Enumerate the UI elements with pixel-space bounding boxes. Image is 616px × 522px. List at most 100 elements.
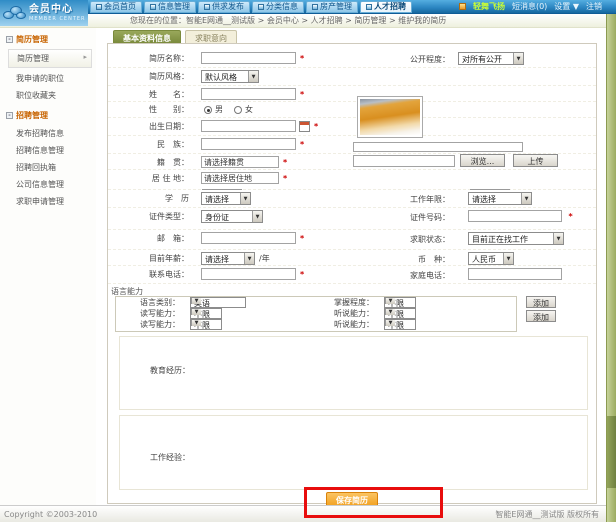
sidebar-item-recruit-inbox[interactable]: 招聘回执箱: [0, 159, 96, 176]
nav-label: 供求发布: [212, 1, 244, 12]
phone-input[interactable]: [201, 268, 296, 280]
scrollbar[interactable]: [606, 14, 616, 522]
required-mark: *: [314, 122, 318, 131]
logout-link[interactable]: 注销: [586, 1, 602, 12]
name-input[interactable]: [201, 88, 296, 100]
birth-date-input[interactable]: [201, 120, 296, 132]
home-phone-input[interactable]: [468, 268, 562, 280]
salary-select[interactable]: 请选择 ▼: [201, 252, 255, 265]
resume-style-label: 简历风格：: [108, 71, 189, 82]
sidebar-item-application-management[interactable]: 求职申请管理: [0, 193, 96, 210]
nav-tab-talent-recruit[interactable]: 人才招聘: [360, 1, 412, 13]
education-experience-label: 教育经历：: [150, 365, 190, 376]
education-experience-panel: 教育经历：: [119, 336, 588, 410]
tab-basic-info[interactable]: 基本资料信息: [113, 30, 181, 43]
native-place-input[interactable]: [201, 156, 279, 168]
resume-form: 简历名称： * 公开程度： 对所有公开 ▼ 简历风格： 默认风格: [107, 43, 597, 504]
sidebar-item-resume-management[interactable]: 简历管理 ▸: [8, 49, 92, 68]
chevron-down-icon: ▼: [191, 298, 201, 304]
nav-tab-classified-info[interactable]: 分类信息: [252, 1, 304, 13]
collapse-icon[interactable]: -: [6, 36, 13, 43]
required-mark: *: [300, 140, 304, 149]
work-years-select[interactable]: 请选择 ▼: [468, 192, 532, 205]
logo-subtitle: MEMBER CENTER: [29, 17, 86, 22]
tab-job-intention[interactable]: 求职意向: [185, 30, 237, 43]
upload-button[interactable]: 上传: [513, 154, 558, 167]
nav-tab-member-home[interactable]: 会员首页: [90, 1, 142, 13]
add-language-button[interactable]: 添加: [526, 296, 556, 308]
residence-label: 居 住 地：: [108, 173, 189, 184]
id-number-input[interactable]: [468, 210, 562, 222]
email-input[interactable]: [201, 232, 296, 244]
required-mark: *: [569, 212, 573, 221]
nav-tab-property[interactable]: 房产管理: [306, 1, 358, 13]
id-type-select[interactable]: 身份证 ▼: [201, 210, 263, 223]
chevron-down-icon: ▼: [385, 309, 395, 315]
messages-link[interactable]: 短消息(0): [512, 1, 547, 12]
gender-male-radio[interactable]: [204, 106, 212, 114]
read-write-select[interactable]: 不限 ▼: [190, 308, 222, 319]
sidebar-item-job-favorites[interactable]: 职位收藏夹: [0, 87, 96, 104]
nav-label: 分类信息: [266, 1, 298, 12]
nation-input[interactable]: [201, 138, 296, 150]
user-icon: [459, 3, 466, 10]
read-write-select[interactable]: 不限 ▼: [190, 319, 222, 330]
language-row: 语言类别： 英语 ▼ 掌握程度： 不限 ▼: [116, 297, 516, 308]
row-id: 证件类型： 身份证 ▼ 证件号码： *: [108, 208, 596, 230]
email-label: 邮 箱：: [108, 233, 189, 244]
sidebar-item-my-applications[interactable]: 我申请的职位: [0, 70, 96, 87]
calendar-icon[interactable]: [299, 121, 310, 132]
language-type-select[interactable]: 英语 ▼: [190, 297, 246, 308]
gender-female-radio[interactable]: [234, 106, 242, 114]
sidebar-item-job-info-management[interactable]: 招聘信息管理: [0, 142, 96, 159]
required-mark: *: [300, 54, 304, 63]
listen-speak-select[interactable]: 不限 ▼: [384, 319, 416, 330]
talent-icon: [366, 4, 372, 10]
resume-name-input[interactable]: [201, 52, 296, 64]
nav-label: 人才招聘: [374, 1, 406, 12]
sidebar-item-publish-job[interactable]: 发布招聘信息: [0, 125, 96, 142]
row-phone: 联系电话： * 家庭电话：: [108, 266, 596, 284]
chevron-down-icon: ▼: [252, 211, 262, 222]
property-icon: [312, 4, 318, 10]
education-select[interactable]: 请选择 ▼: [201, 192, 251, 205]
public-level-label: 公开程度：: [360, 54, 450, 65]
row-residence: 居 住 地： *: [108, 170, 596, 190]
row-gender: 性 别： 男 女: [108, 102, 596, 118]
chevron-down-icon: ▼: [248, 71, 258, 82]
nav-tab-info-management[interactable]: 信息管理: [144, 1, 196, 13]
native-place-label: 籍 贯：: [108, 157, 189, 168]
public-level-select[interactable]: 对所有公开 ▼: [458, 52, 524, 65]
sidebar: - 简历管理 简历管理 ▸ 我申请的职位 职位收藏夹 - 招聘管理 发布招聘信息…: [0, 28, 96, 505]
phone-label: 联系电话：: [108, 269, 189, 280]
chevron-down-icon: ▼: [244, 253, 254, 264]
scrollbar-thumb[interactable]: [607, 416, 616, 488]
required-mark: *: [300, 90, 304, 99]
listen-speak-select[interactable]: 不限 ▼: [384, 308, 416, 319]
job-status-select[interactable]: 目前正在找工作 ▼: [468, 232, 564, 245]
resume-name-label: 简历名称：: [108, 53, 189, 64]
sidebar-item-company-info[interactable]: 公司信息管理: [0, 176, 96, 193]
settings-menu[interactable]: 设置 ▼: [554, 1, 579, 12]
add-language-button[interactable]: 添加: [526, 310, 556, 322]
browse-button[interactable]: 浏览...: [460, 154, 505, 167]
chevron-down-icon: ▼: [385, 320, 395, 326]
birth-date-label: 出生日期：: [108, 121, 189, 132]
collapse-icon[interactable]: -: [6, 112, 13, 119]
resume-style-select[interactable]: 默认风格 ▼: [201, 70, 259, 83]
breadcrumb-prefix: 您现在的位置：: [130, 15, 186, 26]
residence-input[interactable]: [201, 172, 279, 184]
currency-select[interactable]: 人民币 ▼: [468, 252, 514, 265]
language-row: 读写能力： 不限 ▼ 听说能力： 不限 ▼: [116, 319, 516, 330]
classified-icon: [258, 4, 264, 10]
required-mark: *: [300, 270, 304, 279]
chevron-down-icon: ▼: [503, 253, 513, 264]
chevron-down-icon: ▼: [385, 298, 395, 304]
section-title: 招聘管理: [16, 110, 48, 121]
home-phone-label: 家庭电话：: [360, 270, 450, 281]
photo-file-input[interactable]: [353, 155, 455, 167]
language-row: 读写能力： 不限 ▼ 听说能力： 不限 ▼: [116, 308, 516, 319]
nav-tab-supply-demand[interactable]: 供求发布: [198, 1, 250, 13]
mastery-select[interactable]: 不限 ▼: [384, 297, 416, 308]
photo-image: [360, 99, 420, 135]
